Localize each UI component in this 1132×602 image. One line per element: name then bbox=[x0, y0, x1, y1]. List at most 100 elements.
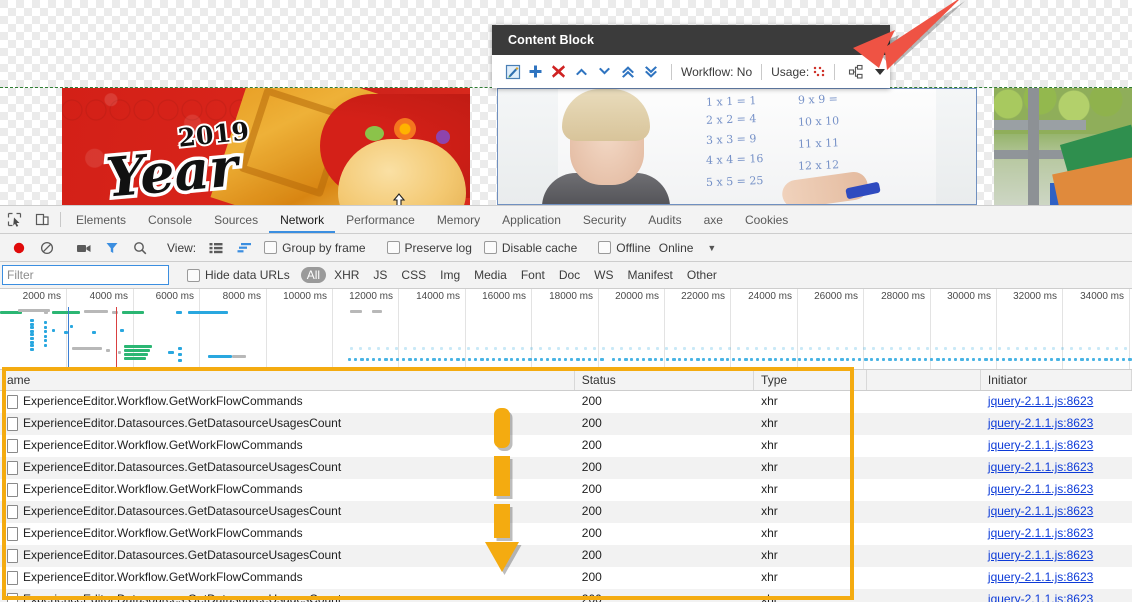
timeline-bar bbox=[1052, 347, 1055, 350]
preserve-log-checkbox[interactable]: Preserve log bbox=[381, 241, 478, 255]
timeline-bar bbox=[450, 358, 453, 361]
double-chevron-down-icon[interactable] bbox=[639, 60, 662, 84]
chevron-up-icon[interactable] bbox=[570, 60, 593, 84]
initiator-cell: jquery-2.1.1.js:8623 bbox=[981, 567, 1132, 588]
playground-image[interactable] bbox=[994, 88, 1132, 205]
column-header[interactable]: ame bbox=[0, 370, 575, 390]
chevron-down-icon[interactable]: ▼ bbox=[693, 243, 716, 253]
inspect-element-icon[interactable] bbox=[0, 206, 28, 233]
table-row[interactable]: ExperienceEditor.Workflow.GetWorkFlowCom… bbox=[0, 391, 1132, 413]
disable-cache-checkbox[interactable]: Disable cache bbox=[478, 241, 583, 255]
initiator-link[interactable]: jquery-2.1.1.js:8623 bbox=[988, 570, 1093, 584]
table-row[interactable]: ExperienceEditor.Datasources.GetDatasour… bbox=[0, 589, 1132, 602]
initiator-link[interactable]: jquery-2.1.1.js:8623 bbox=[988, 460, 1093, 474]
initiator-link[interactable]: jquery-2.1.1.js:8623 bbox=[988, 416, 1093, 430]
timeline-bar bbox=[413, 347, 416, 350]
tab-performance[interactable]: Performance bbox=[335, 206, 426, 233]
edit-icon[interactable] bbox=[501, 60, 524, 84]
initiator-link[interactable]: jquery-2.1.1.js:8623 bbox=[988, 526, 1093, 540]
search-icon[interactable] bbox=[126, 241, 154, 255]
type-filter-ws[interactable]: WS bbox=[588, 267, 619, 283]
delete-icon[interactable] bbox=[547, 60, 570, 84]
add-icon[interactable] bbox=[524, 60, 547, 84]
type-filter-doc[interactable]: Doc bbox=[553, 267, 586, 283]
tab-security[interactable]: Security bbox=[572, 206, 637, 233]
request-name-cell[interactable]: ExperienceEditor.Workflow.GetWorkFlowCom… bbox=[0, 479, 575, 500]
waterfall-view-icon[interactable] bbox=[230, 242, 258, 254]
initiator-link[interactable]: jquery-2.1.1.js:8623 bbox=[988, 504, 1093, 518]
request-name-cell[interactable]: ExperienceEditor.Datasources.GetDatasour… bbox=[0, 589, 575, 602]
timeline-bar bbox=[557, 347, 560, 350]
tab-application[interactable]: Application bbox=[491, 206, 572, 233]
clear-icon[interactable] bbox=[33, 241, 61, 255]
throttling-value[interactable]: Online bbox=[657, 241, 694, 255]
request-name-cell[interactable]: ExperienceEditor.Workflow.GetWorkFlowCom… bbox=[0, 567, 575, 588]
filter-funnel-icon[interactable] bbox=[98, 241, 126, 255]
request-name-cell[interactable]: ExperienceEditor.Workflow.GetWorkFlowCom… bbox=[0, 523, 575, 544]
chevron-down-more-icon[interactable] bbox=[875, 68, 886, 75]
device-toolbar-icon[interactable] bbox=[28, 206, 56, 233]
table-row[interactable]: ExperienceEditor.Datasources.GetDatasour… bbox=[0, 413, 1132, 435]
table-row[interactable]: ExperienceEditor.Workflow.GetWorkFlowCom… bbox=[0, 567, 1132, 589]
list-view-icon[interactable] bbox=[202, 242, 230, 254]
tab-sources[interactable]: Sources bbox=[203, 206, 269, 233]
request-name-cell[interactable]: ExperienceEditor.Workflow.GetWorkFlowCom… bbox=[0, 435, 575, 456]
camera-icon[interactable] bbox=[70, 241, 98, 255]
type-filter-xhr[interactable]: XHR bbox=[328, 267, 365, 283]
initiator-link[interactable]: jquery-2.1.1.js:8623 bbox=[988, 592, 1093, 602]
timeline-bar bbox=[566, 347, 569, 350]
type-filter-all[interactable]: All bbox=[300, 267, 327, 283]
request-name-cell[interactable]: ExperienceEditor.Workflow.GetWorkFlowCom… bbox=[0, 391, 575, 412]
presentation-tree-icon[interactable] bbox=[844, 60, 867, 84]
tab-audits[interactable]: Audits bbox=[637, 206, 692, 233]
teacher-whiteboard-image[interactable]: 1 x 1 = 1 2 x 2 = 4 3 x 3 = 9 4 x 4 = 16… bbox=[497, 88, 977, 205]
tab-memory[interactable]: Memory bbox=[426, 206, 491, 233]
type-cell: xhr bbox=[761, 482, 778, 496]
timeline-bar bbox=[696, 358, 700, 361]
request-name-cell[interactable]: ExperienceEditor.Datasources.GetDatasour… bbox=[0, 457, 575, 478]
tab-console[interactable]: Console bbox=[137, 206, 203, 233]
timeline-bar bbox=[852, 358, 855, 361]
tab-elements[interactable]: Elements bbox=[65, 206, 137, 233]
chevron-down-icon[interactable] bbox=[593, 60, 616, 84]
banner-image-chinese-new-year[interactable]: 2019 Year bbox=[62, 88, 470, 205]
timeline-bar bbox=[984, 358, 988, 361]
type-filter-font[interactable]: Font bbox=[515, 267, 551, 283]
timeline-bar bbox=[834, 358, 837, 361]
table-row[interactable]: ExperienceEditor.Workflow.GetWorkFlowCom… bbox=[0, 479, 1132, 501]
table-row[interactable]: ExperienceEditor.Workflow.GetWorkFlowCom… bbox=[0, 435, 1132, 457]
type-filter-other[interactable]: Other bbox=[681, 267, 723, 283]
type-filter-manifest[interactable]: Manifest bbox=[622, 267, 679, 283]
table-row[interactable]: ExperienceEditor.Datasources.GetDatasour… bbox=[0, 545, 1132, 567]
double-chevron-up-icon[interactable] bbox=[616, 60, 639, 84]
initiator-link[interactable]: jquery-2.1.1.js:8623 bbox=[988, 394, 1093, 408]
type-filter-css[interactable]: CSS bbox=[395, 267, 432, 283]
type-filter-img[interactable]: Img bbox=[434, 267, 466, 283]
tab-network[interactable]: Network bbox=[269, 206, 335, 233]
column-header[interactable] bbox=[867, 370, 981, 390]
screenshot-root: 2019 Year 1 x 1 = 1 2 x 2 = 4 3 x 3 = 9 … bbox=[0, 0, 1132, 602]
group-by-frame-checkbox[interactable]: Group by frame bbox=[258, 241, 371, 255]
record-icon[interactable] bbox=[5, 241, 33, 255]
initiator-link[interactable]: jquery-2.1.1.js:8623 bbox=[988, 438, 1093, 452]
type-filter-media[interactable]: Media bbox=[468, 267, 513, 283]
initiator-link[interactable]: jquery-2.1.1.js:8623 bbox=[988, 482, 1093, 496]
request-name-cell[interactable]: ExperienceEditor.Datasources.GetDatasour… bbox=[0, 545, 575, 566]
column-header[interactable]: Status bbox=[575, 370, 755, 390]
type-filter-js[interactable]: JS bbox=[367, 267, 393, 283]
request-name-cell[interactable]: ExperienceEditor.Datasources.GetDatasour… bbox=[0, 413, 575, 434]
network-overview-timeline[interactable]: 2000 ms 4000 ms 6000 ms 8000 ms 10000 ms 1200… bbox=[0, 289, 1132, 370]
initiator-link[interactable]: jquery-2.1.1.js:8623 bbox=[988, 548, 1093, 562]
table-row[interactable]: ExperienceEditor.Workflow.GetWorkFlowCom… bbox=[0, 523, 1132, 545]
filter-input[interactable] bbox=[2, 265, 169, 285]
table-row[interactable]: ExperienceEditor.Datasources.GetDatasour… bbox=[0, 457, 1132, 479]
column-header[interactable]: Initiator bbox=[981, 370, 1132, 390]
tab-axe[interactable]: axe bbox=[693, 206, 734, 233]
offline-checkbox[interactable]: Offline bbox=[592, 241, 656, 255]
timeline-bar bbox=[773, 347, 776, 350]
table-row[interactable]: ExperienceEditor.Datasources.GetDatasour… bbox=[0, 501, 1132, 523]
tab-cookies[interactable]: Cookies bbox=[734, 206, 799, 233]
hide-data-urls-checkbox[interactable]: Hide data URLs bbox=[181, 268, 296, 282]
column-header[interactable]: Type bbox=[754, 370, 868, 390]
request-name-cell[interactable]: ExperienceEditor.Datasources.GetDatasour… bbox=[0, 501, 575, 522]
